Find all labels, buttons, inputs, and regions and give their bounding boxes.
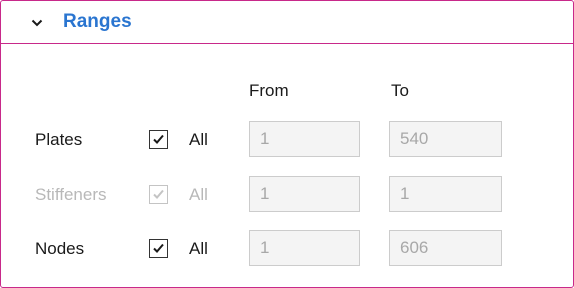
checkmark-icon — [153, 134, 164, 144]
checkmark-icon — [153, 243, 164, 253]
ranges-header[interactable]: Ranges — [1, 1, 573, 44]
row-label-nodes: Nodes — [35, 239, 85, 258]
stiffeners-from-field: 1 — [249, 176, 360, 212]
row-label-plates: Plates — [35, 130, 83, 149]
nodes-to-field[interactable]: 606 — [389, 230, 502, 266]
plates-from-field[interactable]: 1 — [249, 121, 360, 157]
plates-all-checkbox[interactable] — [149, 130, 168, 149]
nodes-from-field[interactable]: 1 — [249, 230, 360, 266]
chevron-down-icon[interactable] — [31, 16, 43, 28]
row-label-stiffeners: Stiffeners — [35, 185, 107, 204]
nodes-all-checkbox[interactable] — [149, 239, 168, 258]
stiffeners-all-checkbox — [149, 185, 168, 204]
ranges-panel: Ranges From To Plates All 1 540 Stiffene… — [0, 0, 574, 288]
stiffeners-all-label: All — [189, 185, 208, 204]
section-title: Ranges — [63, 11, 132, 32]
plates-to-field[interactable]: 540 — [389, 121, 502, 157]
nodes-all-label: All — [189, 239, 208, 258]
stiffeners-to-field: 1 — [389, 176, 502, 212]
from-column-header: From — [249, 81, 289, 100]
to-column-header: To — [391, 81, 409, 100]
checkmark-icon — [153, 189, 164, 199]
plates-all-label: All — [189, 130, 208, 149]
